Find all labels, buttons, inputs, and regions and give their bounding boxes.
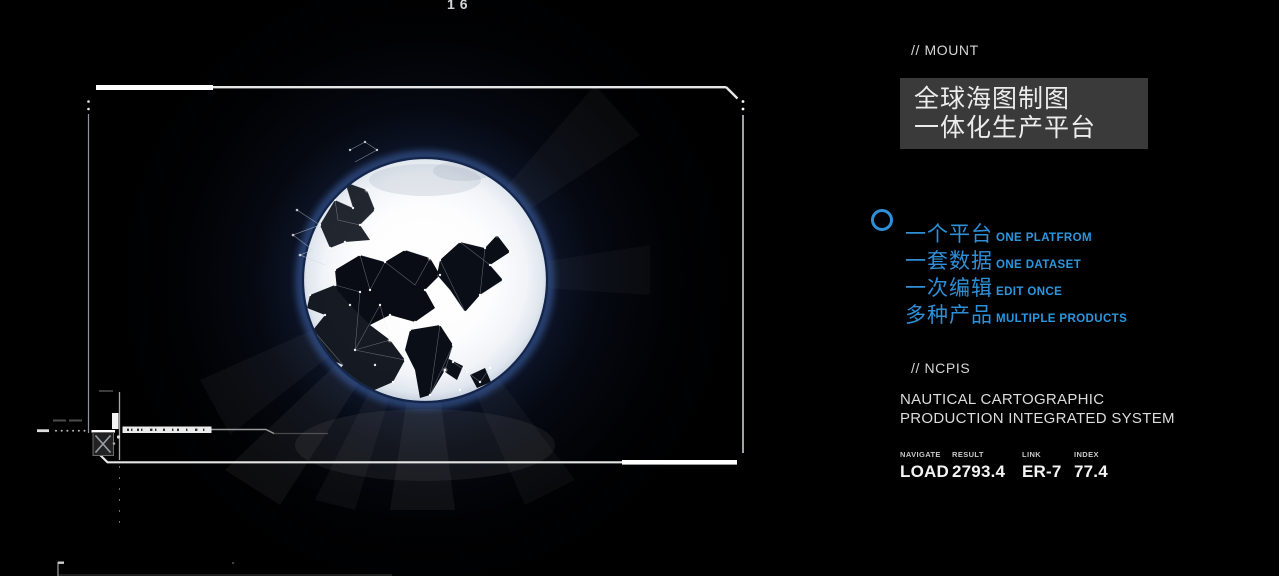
stats-row: NAVIGATE LOAD RESULT 2793.4 LINK ER-7 IN… <box>900 450 1108 482</box>
platform-title-box: 全球海图制图 一体化生产平台 <box>900 78 1148 149</box>
platform-title-line1: 全球海图制图 <box>914 84 1148 113</box>
feature-en-label: ONE DATASET <box>996 259 1081 271</box>
stat-navigate: NAVIGATE LOAD <box>900 450 952 482</box>
feature-en-label: ONE PLATFROM <box>996 232 1092 244</box>
feature-zh-label: 一套数据 <box>905 245 993 275</box>
feature-item-edit-once: 一次编辑 EDIT ONCE <box>905 272 1127 299</box>
system-name-line1: NAUTICAL CARTOGRAPHIC <box>900 391 1175 410</box>
stat-label: LINK <box>1022 450 1074 459</box>
system-full-name: NAUTICAL CARTOGRAPHIC PRODUCTION INTEGRA… <box>900 391 1175 428</box>
stat-label: NAVIGATE <box>900 450 952 459</box>
feature-en-label: EDIT ONCE <box>996 286 1062 298</box>
stat-value: ER-7 <box>1022 462 1074 482</box>
globe-visualization <box>195 50 655 510</box>
x-marker-box <box>93 433 114 456</box>
stat-label: RESULT <box>952 450 1022 459</box>
feature-item-multiple-products: 多种产品 MULTIPLE PRODUCTS <box>905 299 1127 326</box>
feature-en-label: MULTIPLE PRODUCTS <box>996 313 1127 325</box>
feature-zh-label: 多种产品 <box>905 299 993 329</box>
feature-zh-label: 一个平台 <box>905 218 993 248</box>
platform-title-line2: 一体化生产平台 <box>914 113 1148 142</box>
feature-item-one-platform: 一个平台 ONE PLATFROM <box>905 218 1127 245</box>
x-marker-icon <box>96 436 111 453</box>
presentation-frame: 16 <box>0 0 1279 576</box>
feature-list: 一个平台 ONE PLATFROM 一套数据 ONE DATASET 一次编辑 … <box>905 218 1127 326</box>
bottom-screen-marks <box>58 562 392 576</box>
stat-value: 77.4 <box>1074 462 1108 482</box>
stat-index: INDEX 77.4 <box>1074 450 1108 482</box>
stat-value: 2793.4 <box>952 462 1022 482</box>
feature-item-one-dataset: 一套数据 ONE DATASET <box>905 245 1127 272</box>
mount-section-label: // MOUNT <box>911 42 979 58</box>
feature-zh-label: 一次编辑 <box>905 272 993 302</box>
system-name-line2: PRODUCTION INTEGRATED SYSTEM <box>900 410 1175 429</box>
stat-result: RESULT 2793.4 <box>952 450 1022 482</box>
stat-label: INDEX <box>1074 450 1108 459</box>
bullet-ring-icon <box>871 209 893 231</box>
frame-number: 16 <box>447 0 473 12</box>
stat-link: LINK ER-7 <box>1022 450 1074 482</box>
ncpis-section-label: // NCPIS <box>911 360 970 376</box>
stat-value: LOAD <box>900 462 952 482</box>
